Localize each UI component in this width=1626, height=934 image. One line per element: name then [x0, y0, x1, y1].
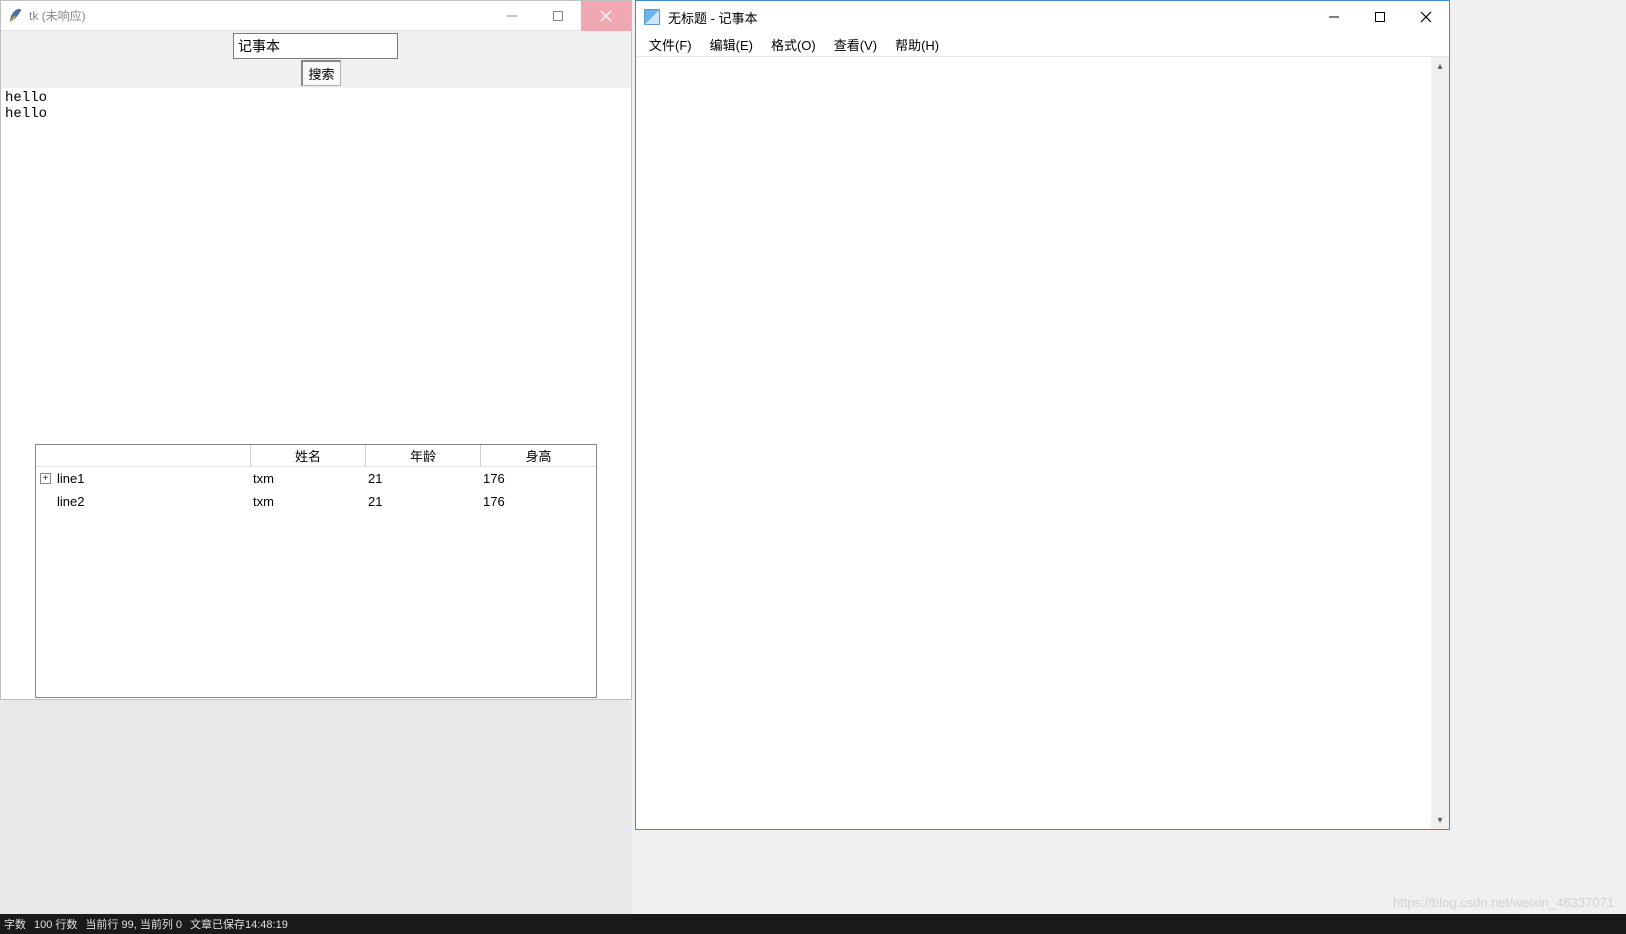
menu-view[interactable]: 查看(V) — [825, 33, 886, 56]
tree-header-col0[interactable] — [36, 445, 251, 466]
desktop-background — [0, 700, 632, 914]
close-button[interactable] — [581, 1, 631, 31]
notepad-title-text: 无标题 - 记事本 — [668, 8, 1311, 27]
scroll-up-arrow-icon[interactable]: ▴ — [1431, 57, 1449, 75]
text-output-area[interactable]: hello hello — [1, 88, 631, 441]
notepad-titlebar[interactable]: 无标题 - 记事本 — [636, 1, 1449, 33]
table-row[interactable]: +line1txm21176 — [36, 467, 596, 490]
notepad-textarea[interactable] — [636, 57, 1431, 829]
cell-name: txm — [251, 471, 366, 486]
cell-height: 176 — [481, 494, 596, 509]
cell-name: txm — [251, 494, 366, 509]
tk-window: tk (未响应) 搜索 hello hello 姓名 年龄 身高 +line1t… — [0, 0, 632, 700]
cell-height: 176 — [481, 471, 596, 486]
search-button[interactable]: 搜索 — [301, 60, 341, 86]
maximize-button[interactable] — [535, 1, 581, 31]
tk-toolbar: 搜索 — [1, 31, 631, 88]
notepad-icon — [644, 9, 660, 25]
tree-header-height[interactable]: 身高 — [481, 445, 596, 466]
minimize-button[interactable] — [1311, 1, 1357, 33]
watermark-text: https://blog.csdn.net/weixin_46337071 — [1393, 895, 1614, 910]
tree-item-label: +line1 — [36, 471, 251, 486]
menu-help[interactable]: 帮助(H) — [886, 33, 948, 56]
tree-item-label: line2 — [36, 494, 251, 509]
notepad-menubar: 文件(F) 编辑(E) 格式(O) 查看(V) 帮助(H) — [636, 33, 1449, 57]
maximize-button[interactable] — [1357, 1, 1403, 33]
menu-format[interactable]: 格式(O) — [762, 33, 825, 56]
status-cursor: 当前行 99, 当前列 0 — [85, 916, 182, 932]
tree-header-age[interactable]: 年龄 — [366, 445, 481, 466]
treeview-header: 姓名 年龄 身高 — [36, 445, 596, 467]
cell-age: 21 — [366, 471, 481, 486]
cell-age: 21 — [366, 494, 481, 509]
treeview-body: +line1txm21176line2txm21176 — [36, 467, 596, 513]
close-button[interactable] — [1403, 1, 1449, 33]
tk-feather-icon — [7, 8, 23, 24]
expand-icon[interactable]: + — [40, 473, 51, 484]
notepad-content-wrapper: ▴ ▾ — [636, 57, 1449, 829]
minimize-button[interactable] — [489, 1, 535, 31]
scroll-down-arrow-icon[interactable]: ▾ — [1431, 811, 1449, 829]
menu-edit[interactable]: 编辑(E) — [701, 33, 762, 56]
table-row[interactable]: line2txm21176 — [36, 490, 596, 513]
tk-titlebar[interactable]: tk (未响应) — [1, 1, 631, 31]
status-saved: 文章已保存14:48:19 — [190, 916, 288, 932]
tk-title-text: tk (未响应) — [29, 7, 489, 24]
status-linecount: 100 行数 — [34, 916, 77, 932]
status-wordcount: 字数 — [4, 916, 26, 932]
notepad-window: 无标题 - 记事本 文件(F) 编辑(E) 格式(O) 查看(V) 帮助(H) … — [635, 0, 1450, 830]
editor-status-bar: 字数 100 行数 当前行 99, 当前列 0 文章已保存14:48:19 — [0, 914, 1626, 934]
tree-header-name[interactable]: 姓名 — [251, 445, 366, 466]
menu-file[interactable]: 文件(F) — [640, 33, 701, 56]
treeview[interactable]: 姓名 年龄 身高 +line1txm21176line2txm21176 — [35, 444, 597, 698]
search-input[interactable] — [233, 33, 398, 59]
vertical-scrollbar[interactable]: ▴ ▾ — [1431, 57, 1449, 829]
